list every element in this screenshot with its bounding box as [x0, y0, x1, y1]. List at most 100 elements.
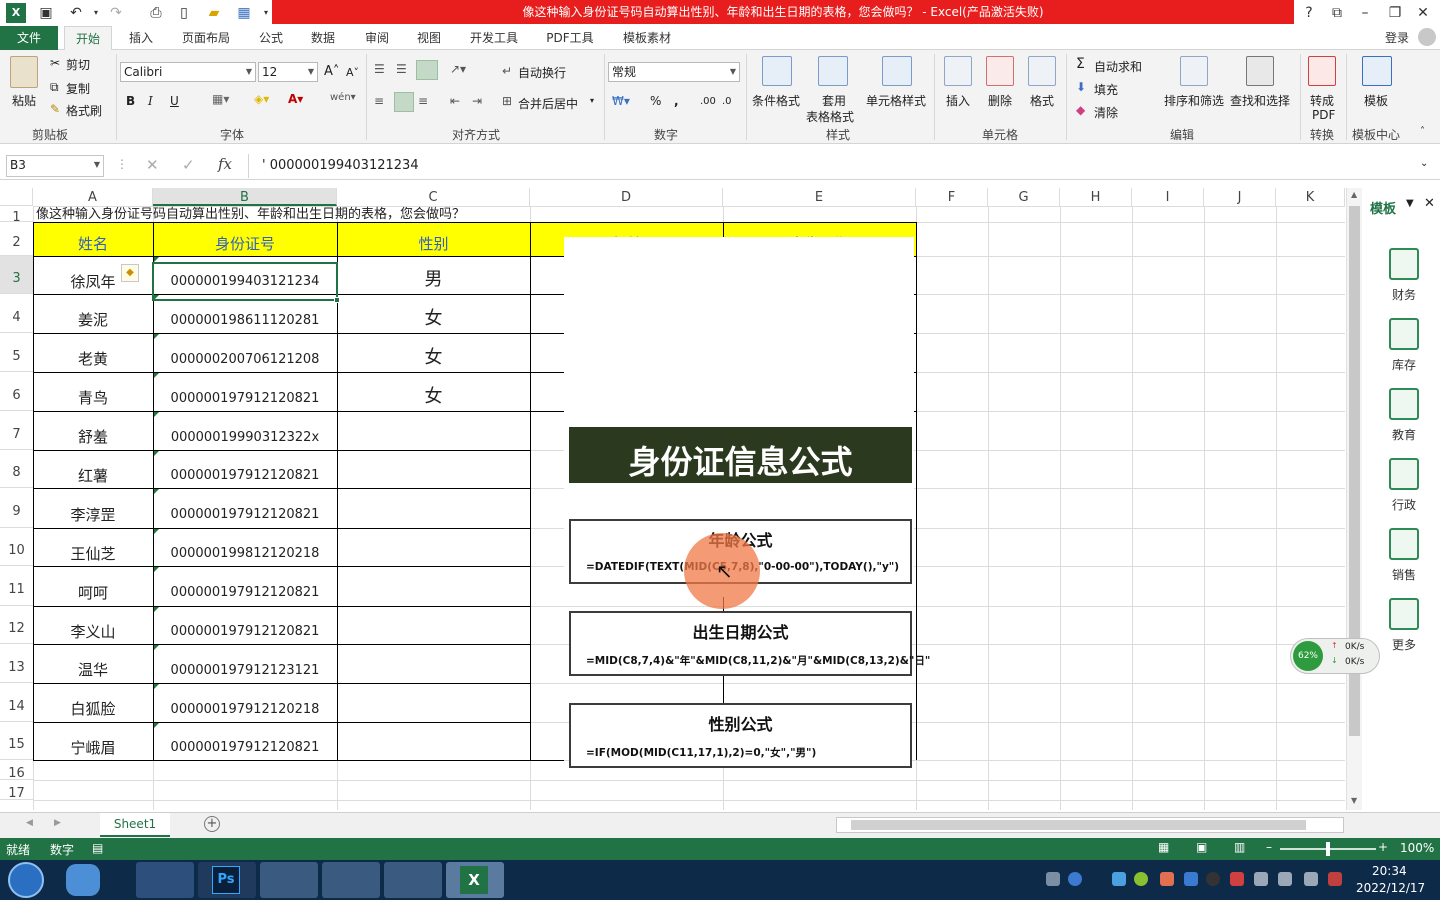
data-cell[interactable]: 女 [337, 294, 530, 333]
scroll-down-icon[interactable]: ▼ [1351, 796, 1357, 805]
zoom-slider[interactable] [1280, 842, 1376, 856]
format-painter-button[interactable]: 格式刷 [66, 102, 102, 119]
column-header-c[interactable]: C [337, 188, 530, 206]
taskbar-app-5[interactable] [322, 862, 380, 898]
pane-item-more[interactable]: 更多 [1384, 598, 1424, 653]
row-header-10[interactable]: 10 [0, 528, 33, 566]
horizontal-scroll-thumb[interactable] [851, 820, 1306, 830]
merge-icon[interactable]: ⊞ [502, 94, 512, 108]
data-cell[interactable]: 女 [337, 333, 530, 372]
column-header-h[interactable]: H [1060, 188, 1132, 206]
align-center-icon[interactable] [394, 92, 414, 112]
convert-pdf-line2[interactable]: PDF [1312, 108, 1335, 122]
next-sheet-icon[interactable]: ▶ [54, 818, 61, 828]
decrease-decimal-icon[interactable]: .0 [722, 96, 732, 107]
prev-sheet-icon[interactable]: ◀ [26, 818, 33, 828]
row-header-14[interactable]: 14 [0, 683, 33, 722]
row-header-6[interactable]: 6 [0, 372, 33, 411]
sheet-tab-sheet1[interactable]: Sheet1 [100, 813, 170, 837]
data-cell[interactable]: 白狐脸 [33, 683, 153, 722]
add-sheet-icon[interactable]: + [204, 816, 220, 832]
cut-icon[interactable]: ✂ [50, 56, 60, 70]
increase-font-icon[interactable]: A˄ [324, 64, 339, 79]
tray-app-icon[interactable] [1134, 872, 1148, 886]
row-header-15[interactable]: 15 [0, 722, 33, 760]
column-header-a[interactable]: A [33, 188, 153, 206]
cell-styles-icon[interactable] [882, 56, 912, 86]
data-cell[interactable]: 000000197912120821 [153, 450, 337, 488]
tab-developer[interactable]: 开发工具 [462, 26, 526, 50]
comma-icon[interactable]: , [674, 94, 679, 108]
column-header-d[interactable]: D [530, 188, 723, 206]
row-header-13[interactable]: 13 [0, 644, 33, 683]
paste-button[interactable]: 粘贴 [12, 92, 36, 109]
row-header-8[interactable]: 8 [0, 450, 33, 488]
borders-icon[interactable]: ▦▾ [212, 92, 229, 106]
copy-button[interactable]: 复制 [66, 80, 90, 97]
clear-icon[interactable]: ◆ [1076, 103, 1085, 117]
zoom-slider-thumb[interactable] [1326, 842, 1330, 856]
currency-icon[interactable]: ₩▾ [612, 94, 630, 108]
delete-cells-icon[interactable] [986, 56, 1014, 86]
select-all-corner[interactable] [0, 188, 33, 206]
pdf-icon[interactable] [1308, 56, 1336, 86]
row-header-11[interactable]: 11 [0, 566, 33, 606]
login-link[interactable]: 登录 [1380, 26, 1414, 50]
zoom-out-icon[interactable]: – [1266, 840, 1272, 854]
font-name-select[interactable]: Calibri ▼ [120, 62, 256, 82]
bold-button[interactable]: B [126, 94, 135, 108]
format-table-icon[interactable] [818, 56, 848, 86]
column-header-b[interactable]: B [153, 188, 337, 206]
autosum-icon[interactable]: Σ [1076, 56, 1085, 72]
tab-home[interactable]: 开始 [64, 26, 112, 50]
avatar-icon[interactable] [1418, 28, 1436, 46]
data-cell[interactable]: 姜泥 [33, 294, 153, 333]
align-top-icon[interactable]: ☰ [374, 62, 385, 76]
zoom-in-icon[interactable]: + [1378, 840, 1388, 854]
column-header-j[interactable]: J [1204, 188, 1276, 206]
macro-record-icon[interactable]: ▤ [92, 841, 103, 855]
ribbon-display-icon[interactable]: ⧉ [1324, 2, 1350, 24]
print-preview-icon[interactable]: ⎙ [146, 3, 166, 23]
header-cell-2[interactable]: 身份证号 [153, 223, 337, 256]
help-button[interactable]: ? [1296, 2, 1322, 24]
tab-templates[interactable]: 模板素材 [614, 26, 680, 50]
format-cells-button[interactable]: 格式 [1030, 92, 1054, 109]
sort-filter-button[interactable]: 排序和筛选 [1164, 92, 1224, 109]
net-speed-widget[interactable]: 62% ↑ ↓ 0K/s 0K/s [1290, 638, 1380, 674]
format-cells-icon[interactable] [1028, 56, 1056, 86]
warning-smart-tag-icon[interactable]: ◆ [121, 264, 139, 282]
enter-icon[interactable]: ✓ [182, 156, 195, 174]
name-box[interactable]: B3 ▼ [6, 155, 104, 177]
data-cell[interactable]: 000000197912123121 [153, 644, 337, 683]
data-cell[interactable]: 宁峨眉 [33, 722, 153, 760]
tray-keyboard-icon[interactable] [1046, 872, 1060, 886]
pane-item-finance[interactable]: 财务 [1384, 248, 1424, 303]
zoom-level[interactable]: 100% [1400, 841, 1434, 855]
tray-app-icon[interactable] [1160, 872, 1174, 886]
sheet-title-cell[interactable]: 像这种输入身份证号码自动算出性别、年龄和出生日期的表格，您会做吗？ [36, 206, 465, 222]
data-cell[interactable]: 000000197912120821 [153, 488, 337, 528]
convert-pdf-line1[interactable]: 转成 [1310, 92, 1334, 109]
underline-button[interactable]: U [170, 94, 179, 108]
column-header-i[interactable]: I [1132, 188, 1204, 206]
page-layout-view-icon[interactable]: ▣ [1196, 840, 1207, 854]
copy-icon[interactable]: ⧉ [50, 80, 59, 95]
app-icon-1[interactable] [66, 864, 100, 896]
pane-item-admin[interactable]: 行政 [1384, 458, 1424, 513]
data-cell[interactable]: 李义山 [33, 606, 153, 644]
phonetic-icon[interactable]: wén▾ [330, 92, 356, 103]
row-header-16[interactable]: 16 [0, 760, 33, 781]
data-cell[interactable]: 红薯 [33, 450, 153, 488]
data-cell[interactable]: 00000019990312322x [153, 411, 337, 450]
template-icon[interactable] [1362, 56, 1392, 86]
cut-button[interactable]: 剪切 [66, 56, 90, 73]
tray-help-icon[interactable] [1068, 872, 1082, 886]
insert-cells-button[interactable]: 插入 [946, 92, 970, 109]
selected-cell-b3[interactable] [152, 262, 338, 301]
tab-formulas[interactable]: 公式 [250, 26, 292, 50]
data-cell[interactable]: 男 [337, 256, 530, 294]
italic-button[interactable]: I [148, 94, 153, 108]
formula-input[interactable]: ' 000000199403121234 [262, 158, 419, 173]
taskbar-app-4[interactable] [260, 862, 318, 898]
